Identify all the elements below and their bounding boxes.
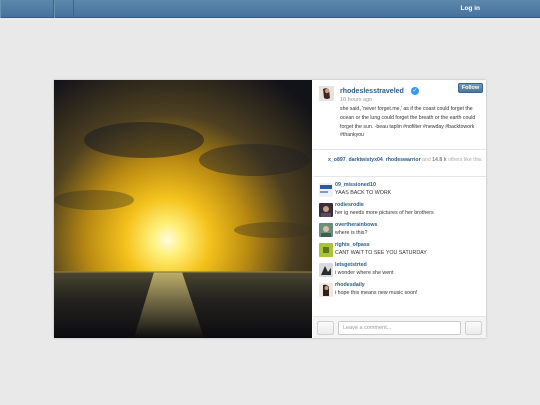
comment-item: rhodesdaily i hope this means new music …	[313, 282, 486, 300]
top-navigation-bar: Log in	[0, 0, 540, 18]
more-options-button[interactable]	[465, 321, 482, 335]
comment-username[interactable]: rhodesdaily	[335, 282, 365, 288]
like-button[interactable]	[317, 321, 334, 335]
comment-text: her ig needs more pictures of her brothe…	[335, 210, 434, 216]
commenter-avatar[interactable]	[319, 183, 333, 197]
logo-area[interactable]	[0, 0, 54, 18]
comment-input[interactable]	[338, 321, 461, 335]
comment-text: CANT WAIT TO SEE YOU SATURDAY	[335, 250, 427, 256]
post-photo[interactable]	[54, 80, 312, 338]
post-caption: she said, 'never forget.me,' as if the c…	[340, 106, 476, 139]
login-link[interactable]: Log in	[461, 5, 481, 12]
commenter-avatar[interactable]	[319, 263, 333, 277]
post-timestamp: 10 hours ago	[340, 97, 373, 103]
commenter-avatar[interactable]	[319, 243, 333, 257]
comment-item: 09_missioned10 YAAS BACK TO WORK	[313, 182, 486, 200]
comment-item: overtherainbows where is this?	[313, 222, 486, 240]
liker-link[interactable]: x_o897	[328, 157, 346, 163]
comment-text: i wonder where she went	[335, 270, 394, 276]
verified-badge-icon: ✓	[411, 86, 419, 95]
commenter-avatar[interactable]	[319, 283, 333, 297]
comment-item: rodiesrodie her ig needs more pictures o…	[313, 202, 486, 220]
follow-button[interactable]: Follow	[458, 83, 483, 93]
comment-username[interactable]: rodiesrodie	[335, 202, 364, 208]
likes-and-label: and	[422, 157, 431, 163]
author-avatar[interactable]	[319, 86, 334, 101]
commenter-avatar[interactable]	[319, 203, 333, 217]
post-header: rhodeslesstraveled ✓ 10 hours ago Follow…	[313, 80, 486, 150]
comment-text: where is this?	[335, 230, 368, 236]
comment-username[interactable]: letsgetstrted	[335, 262, 367, 268]
post-card: rhodeslesstraveled ✓ 10 hours ago Follow…	[54, 80, 486, 338]
liker-link[interactable]: rhodeswarrior	[386, 157, 421, 163]
comment-text: YAAS BACK TO WORK	[335, 190, 392, 196]
comment-footer	[313, 316, 486, 338]
comment-username[interactable]: rights_ofpass	[335, 242, 370, 248]
sunset-photo	[54, 80, 312, 338]
comment-item: letsgetstrted i wonder where she went	[313, 262, 486, 280]
divider	[313, 176, 486, 177]
comment-item: rights_ofpass CANT WAIT TO SEE YOU SATUR…	[313, 242, 486, 260]
liker-link[interactable]: darktwistyx04	[349, 157, 383, 163]
commenter-avatar[interactable]	[319, 223, 333, 237]
likes-summary: x_o897, darktwistyx04, rhodeswarrior and…	[328, 157, 483, 163]
likes-suffix: others like this.	[448, 157, 483, 163]
comment-text: i hope this means new music soon!	[335, 290, 418, 296]
post-details-panel: rhodeslesstraveled ✓ 10 hours ago Follow…	[313, 80, 486, 338]
comment-username[interactable]: 09_missioned10	[335, 182, 376, 188]
comment-username[interactable]: overtherainbows	[335, 222, 377, 228]
author-username[interactable]: rhodeslesstraveled	[340, 88, 404, 95]
nav-segment[interactable]	[54, 0, 74, 18]
likes-count[interactable]: 14.8 k	[432, 157, 446, 163]
